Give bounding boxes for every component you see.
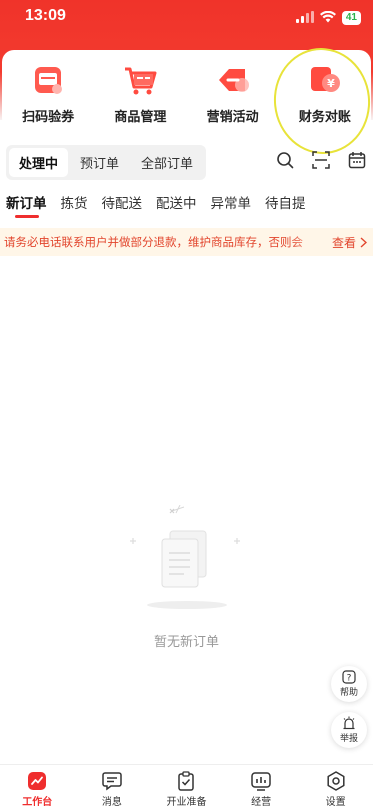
nav-label: 开业准备: [166, 797, 207, 808]
report-label: 举报: [339, 734, 358, 744]
nav-label: 消息: [101, 797, 122, 808]
nav-label: 设置: [325, 797, 346, 808]
scan-icon[interactable]: [311, 150, 331, 170]
quick-action-label: 商品管理: [114, 110, 167, 125]
nav-messages[interactable]: 消息: [77, 771, 147, 808]
nav-business[interactable]: 经营: [226, 771, 296, 808]
order-segmented-control: 处理中 预订单 全部订单: [6, 144, 207, 180]
nav-label: 经营: [251, 797, 272, 808]
report-button[interactable]: 举报: [331, 712, 367, 748]
message-icon: [102, 772, 122, 791]
nav-workbench[interactable]: 工作台: [2, 771, 72, 808]
empty-document-icon: [122, 504, 252, 615]
tab-delivering[interactable]: 配送中: [149, 192, 204, 220]
clipboard-icon: [178, 771, 195, 791]
tab-to-deliver[interactable]: 待配送: [95, 192, 150, 220]
notice-text: 请务必电话联系用户并做部分退款，维护商品库存，否则会: [4, 235, 303, 249]
calendar-icon[interactable]: [347, 150, 367, 170]
search-icon[interactable]: [275, 150, 295, 170]
wifi-icon: [319, 8, 336, 27]
segment-processing[interactable]: 处理中: [9, 147, 69, 177]
ticket-scan-icon: [28, 62, 68, 98]
quick-action-finance[interactable]: ¥ 财务对账: [280, 62, 370, 125]
workbench-icon: [28, 772, 47, 790]
order-status-tabs: 新订单 拣货 待配送 配送中 异常单 待自提: [0, 192, 373, 220]
quick-action-label: 营销活动: [206, 110, 259, 125]
battery-indicator: 41: [341, 10, 361, 25]
nav-opening-prep[interactable]: 开业准备: [151, 771, 221, 808]
quick-action-label: 扫码验券: [22, 110, 75, 125]
notice-view-link[interactable]: 查看: [328, 234, 373, 251]
status-time: 13:09: [25, 7, 66, 24]
svg-text:?: ?: [347, 674, 352, 684]
empty-state-text: 暂无新订单: [153, 635, 219, 650]
bottom-navigation: 工作台 消息 开业准备 经营 设置: [0, 764, 373, 810]
help-button[interactable]: ? 帮助: [331, 666, 367, 702]
help-label: 帮助: [339, 688, 358, 698]
tab-picking[interactable]: 拣货: [54, 192, 95, 220]
tag-icon: [213, 62, 253, 98]
quick-action-marketing[interactable]: 营销活动: [188, 62, 278, 125]
quick-action-label: 财务对账: [298, 110, 351, 125]
tab-self-pickup[interactable]: 待自提: [258, 192, 313, 220]
nav-label: 工作台: [22, 797, 53, 808]
question-icon: ?: [342, 670, 356, 684]
tab-new-orders[interactable]: 新订单: [0, 192, 54, 220]
notice-link-label: 查看: [331, 235, 356, 250]
quick-actions-card: 扫码验券 商品管理 营销活动 ¥ 财务对账: [2, 50, 371, 130]
cart-icon: [120, 62, 160, 98]
nav-settings[interactable]: 设置: [301, 771, 371, 808]
quick-action-scan-coupon[interactable]: 扫码验券: [3, 62, 93, 125]
filter-row: 处理中 预订单 全部订单: [6, 144, 367, 180]
segment-preorder[interactable]: 预订单: [70, 148, 129, 177]
tab-abnormal[interactable]: 异常单: [204, 192, 259, 220]
alarm-icon: [343, 716, 355, 730]
toolbar: [275, 150, 367, 170]
status-icons: 41: [295, 8, 361, 27]
signal-icon: [295, 8, 314, 27]
settings-icon: [327, 771, 345, 791]
status-bar: 13:09 41: [0, 0, 373, 34]
empty-state: 暂无新订单: [0, 504, 373, 650]
quick-action-products[interactable]: 商品管理: [95, 62, 185, 125]
notice-bar: 请务必电话联系用户并做部分退款，维护商品库存，否则会 查看: [0, 228, 373, 256]
chart-icon: [251, 772, 271, 791]
segment-all-orders[interactable]: 全部订单: [131, 148, 203, 177]
chevron-right-icon: [360, 236, 367, 248]
yuan-finance-icon: ¥: [305, 62, 345, 98]
svg-text:¥: ¥: [327, 77, 335, 90]
